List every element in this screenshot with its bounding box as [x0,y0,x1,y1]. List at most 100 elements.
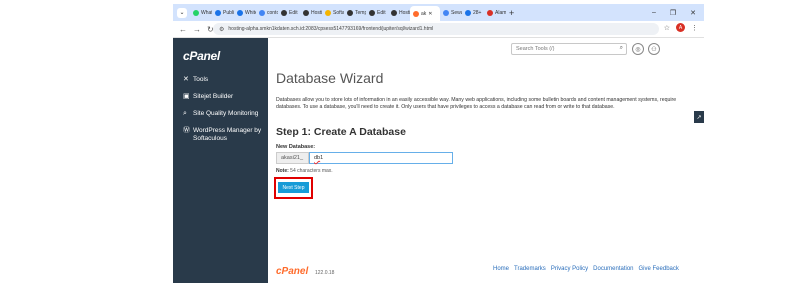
browser-tab[interactable]: Edit [278,6,300,19]
browser-tab[interactable]: Temp [344,6,366,19]
tab-label: Hosti [311,9,322,16]
footer-link-trademarks[interactable]: Trademarks [514,266,546,272]
tab-label: Softa [333,9,344,16]
new-database-input[interactable]: db 1 [309,152,453,164]
bookmark-star-icon[interactable]: ☆ [664,24,670,32]
note-label: Note: [276,168,289,174]
database-prefix: akasi21_ [276,152,309,164]
tools-icon: ✕ [183,76,189,83]
footer-link-home[interactable]: Home [493,266,509,272]
footer-cpanel-logo[interactable]: cPanel [276,266,308,277]
tab-label: Publi [223,9,234,16]
tab-label: Edit [377,9,386,16]
window-controls: – ❐ ✕ [652,4,696,21]
sidebar-item-tools[interactable]: ✕ Tools [183,76,265,84]
sidebar-item-label: Tools [193,76,209,83]
database-name-text-rest: 1 [320,155,324,161]
sidebar-item-wordpress-manager[interactable]: Ⓦ WordPress Manager by Softaculous [183,127,265,143]
address-row: ← → ↻ ⚙ hosting-alpha.smkn1kdaten.sch.id… [173,21,704,38]
tab-favicon-icon [281,9,287,16]
tab-favicon-icon [347,9,353,16]
cpanel-sidebar: cPanel ✕ Tools ▣ Sitejet Builder ⌕ Site … [173,38,268,283]
tab-favicon-icon [215,9,221,16]
tab-label: White [245,9,256,16]
tab-label: What [201,9,212,16]
browser-tab[interactable]: Hosti [388,6,410,19]
close-window-button[interactable]: ✕ [690,9,696,17]
tab-favicon-icon [443,9,449,16]
url-text: hosting-alpha.smkn1kdaten.sch.id:2083/cp… [228,26,434,32]
tab-favicon-icon [259,9,265,16]
tab-favicon-icon [413,10,419,17]
address-actions: ☆ A ⋮ [664,23,698,32]
tab-favicon-icon [193,9,199,16]
search-icon[interactable]: ⌕ [620,45,623,52]
minimize-button[interactable]: – [652,9,656,16]
sitejet-icon: ▣ [183,93,190,100]
address-bar[interactable]: ⚙ hosting-alpha.smkn1kdaten.sch.id:2083/… [213,23,659,35]
cpanel-main: Search Tools (/) ⌕ ◎ ⚇ Database Wizard D… [268,38,704,283]
tab-search-button[interactable]: ⌄ [177,7,187,18]
footer-link-privacy-policy[interactable]: Privacy Policy [551,266,588,272]
browser-window: ⌄ What Publi White conto Edit Hosti Softa Temp E… [173,0,704,283]
wordpress-icon: Ⓦ [183,127,190,134]
close-tab-icon[interactable]: ✕ [428,11,432,17]
note-text: 54 characters max. [290,168,333,174]
browser-tab[interactable]: conto [256,6,278,19]
footer-version: 122.0.18 [315,270,335,276]
browser-tab[interactable]: Edit [366,6,388,19]
browser-tab[interactable]: Sewa [440,6,462,19]
browser-tab[interactable]: ak ✕ [410,6,440,21]
tab-favicon-icon [325,9,331,16]
browser-menu-icon[interactable]: ⋮ [691,24,698,32]
browser-tab[interactable]: White [234,6,256,19]
notifications-icon[interactable]: ◎ [632,43,644,55]
browser-tab[interactable]: Publi [212,6,234,19]
tab-label: 28+ [473,9,482,16]
sidebar-item-label: WordPress Manager by Softaculous [193,127,262,142]
tab-bar: ⌄ What Publi White conto Edit Hosti Softa Temp E… [173,4,704,21]
tab-label: Edit [289,9,298,16]
footer-links: Home Trademarks Privacy Policy Documenta… [493,266,679,272]
profile-avatar[interactable]: A [676,23,685,32]
browser-tab[interactable]: What [190,6,212,19]
tab-favicon-icon [465,9,471,16]
tab-favicon-icon [303,9,309,16]
browser-tab[interactable]: 28+ [462,6,484,19]
new-database-label: New Database: [276,144,316,150]
sidebar-nav: ✕ Tools ▣ Sitejet Builder ⌕ Site Quality… [183,76,265,152]
tab-label: Hosti [399,9,410,16]
chart-widget-icon[interactable]: ↗ [694,111,704,123]
browser-tab[interactable]: Hosti [300,6,322,19]
magnifier-icon: ⌕ [183,110,187,117]
tab-favicon-icon [237,9,243,16]
character-limit-note: Note: 54 characters max. [276,168,333,174]
search-tools-input[interactable]: Search Tools (/) ⌕ [511,43,627,55]
browser-tab[interactable]: Softa [322,6,344,19]
tab-favicon-icon [487,9,493,16]
footer-link-give-feedback[interactable]: Give Feedback [639,266,679,272]
footer-link-documentation[interactable]: Documentation [593,266,633,272]
tab-favicon-icon [391,9,397,16]
step-title: Step 1: Create A Database [276,126,406,138]
site-info-icon[interactable]: ⚙ [219,26,224,33]
next-step-button[interactable]: Next Step [278,182,309,193]
sidebar-item-site-quality-monitoring[interactable]: ⌕ Site Quality Monitoring [183,110,265,118]
tab-label: Sewa [451,9,462,16]
maximize-button[interactable]: ❐ [670,9,676,17]
browser-tab[interactable]: Alam [484,6,506,19]
search-placeholder: Search Tools (/) [516,46,555,52]
back-icon[interactable]: ← [179,25,187,34]
new-tab-button[interactable]: + [509,8,514,18]
forward-icon[interactable]: → [193,25,201,34]
cpanel-logo[interactable]: cPanel [183,49,220,63]
sidebar-item-sitejet-builder[interactable]: ▣ Sitejet Builder [183,93,265,101]
tab-label: Temp [355,9,366,16]
tab-label: ak [421,10,427,17]
sidebar-item-label: Sitejet Builder [193,93,234,100]
sidebar-item-label: Site Quality Monitoring [193,110,259,117]
page-title: Database Wizard [276,70,384,86]
tab-favicon-icon [369,9,375,16]
page-description: Databases allow you to store lots of inf… [276,97,677,110]
user-account-icon[interactable]: ⚇ [648,43,660,55]
